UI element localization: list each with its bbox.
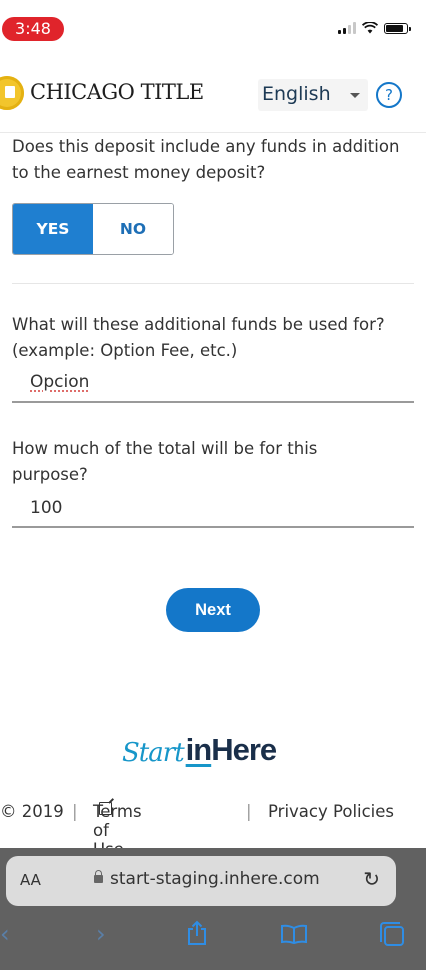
yes-no-toggle: YES NO	[12, 203, 174, 255]
brand-here: Here	[211, 732, 277, 767]
bookmarks-icon[interactable]	[280, 924, 308, 944]
signal-icon	[338, 22, 356, 34]
reader-aa-button[interactable]: AA	[20, 871, 41, 889]
url-text: start-staging.inhere.com	[110, 869, 320, 889]
no-button[interactable]: NO	[93, 204, 173, 254]
forward-icon[interactable]: ›	[96, 920, 106, 948]
funds-purpose-underline	[12, 401, 414, 403]
status-time: 3:48	[2, 17, 64, 41]
copyright: © 2019	[0, 802, 64, 821]
address-bar[interactable]: AA start-staging.inhere.com ↻	[6, 856, 396, 906]
chicago-title-logo-icon	[0, 76, 24, 110]
question-additional-funds: Does this deposit include any funds in a…	[12, 137, 400, 182]
site-header: CHICAGO TITLE English ?	[0, 58, 426, 133]
yes-button[interactable]: YES	[13, 204, 93, 254]
browser-chrome: AA start-staging.inhere.com ↻ ‹ ›	[0, 848, 426, 970]
logo-text: CHICAGO TITLE	[30, 80, 204, 104]
footer-separator: |	[246, 802, 252, 821]
question-amount: How much of the total will be for this p…	[12, 439, 318, 484]
share-icon[interactable]	[186, 920, 208, 946]
back-icon[interactable]: ‹	[0, 920, 10, 948]
next-button[interactable]: Next	[166, 588, 260, 632]
footer: © 2019 | Terms of Use | Privacy Policies	[0, 802, 426, 859]
reload-icon[interactable]: ↻	[363, 867, 380, 891]
tabs-icon[interactable]	[380, 922, 404, 946]
privacy-policies-link[interactable]: Privacy Policies	[268, 802, 394, 821]
battery-icon	[384, 22, 411, 34]
amount-underline	[12, 526, 414, 528]
brand-inhere: inHere	[186, 732, 277, 768]
brand-in: in	[185, 732, 213, 767]
help-icon[interactable]: ?	[376, 82, 402, 108]
language-value: English	[262, 83, 331, 105]
amount-input[interactable]: 100	[30, 498, 62, 518]
language-select[interactable]: English	[258, 79, 368, 111]
chevron-down-icon	[350, 93, 360, 98]
status-bar: 3:48	[0, 0, 426, 58]
lock-icon	[94, 870, 103, 883]
footer-separator: |	[72, 802, 78, 821]
section-divider	[12, 283, 414, 284]
wifi-icon	[362, 22, 378, 34]
browser-toolbar: ‹ ›	[0, 916, 426, 956]
funds-purpose-input[interactable]: Opcion	[30, 372, 89, 392]
brand-start: Start	[122, 738, 185, 768]
status-icons	[338, 22, 411, 34]
external-link-icon	[99, 802, 112, 815]
startinhere-logo: Start inHere	[122, 728, 277, 768]
question-funds-purpose: What will these additional funds be used…	[12, 315, 385, 360]
